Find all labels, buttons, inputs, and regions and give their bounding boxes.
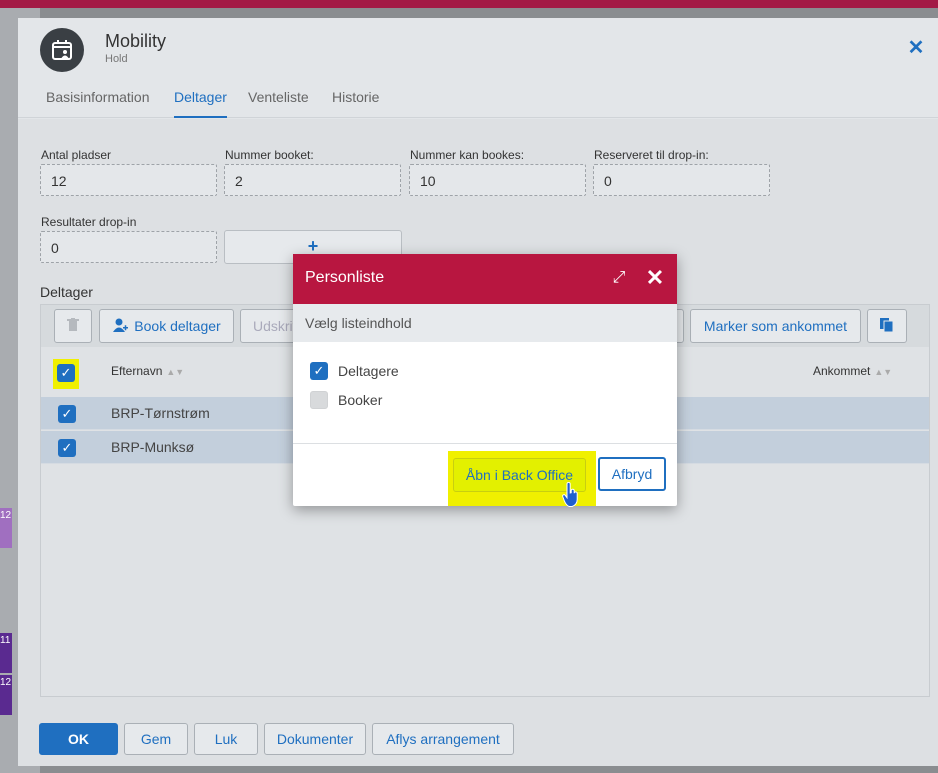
calendar-event-label: 11 <box>0 635 11 646</box>
window-title: Mobility <box>105 31 167 51</box>
hand-cursor-icon <box>562 482 578 507</box>
select-all-checkbox[interactable]: ✓ <box>57 364 75 382</box>
dialog-header: Personliste ⤢ ✕ <box>293 254 677 304</box>
trash-icon <box>67 317 79 335</box>
cancel-event-button[interactable]: Aflys arrangement <box>372 723 514 755</box>
resultater-dropin-label: Resultater drop-in <box>41 215 137 229</box>
save-button[interactable]: Gem <box>124 723 188 755</box>
column-arrived[interactable]: Ankommet ▲▼ <box>813 364 892 378</box>
export-button[interactable] <box>867 309 907 343</box>
personliste-dialog: Personliste ⤢ ✕ Vælg listeindhold ✓ Delt… <box>293 254 677 506</box>
close-icon[interactable]: ✕ <box>645 267 665 289</box>
book-participant-label: Book deltager <box>134 318 221 334</box>
delete-button[interactable] <box>54 309 92 343</box>
booker-checkbox[interactable] <box>310 391 328 409</box>
row-checkbox[interactable]: ✓ <box>58 405 76 423</box>
booker-label: Booker <box>338 392 383 408</box>
expand-icon[interactable]: ⤢ <box>609 268 629 288</box>
nummer-booket-label: Nummer booket: <box>225 148 314 162</box>
calendar-event-label: 12 <box>0 510 12 521</box>
antal-pladser-field[interactable]: 12 <box>40 164 217 196</box>
reserveret-dropin-label: Reserveret til drop-in: <box>594 148 709 162</box>
resultater-dropin-field[interactable]: 0 <box>40 231 217 263</box>
calendar-person-icon <box>40 28 84 72</box>
dialog-subtitle: Vælg listeindhold <box>305 315 412 331</box>
calendar-event[interactable]: 11 <box>0 633 12 673</box>
window-footer: OK Gem Luk Dokumenter Aflys arrangement <box>18 713 938 766</box>
calendar-event[interactable]: 12 <box>0 508 12 548</box>
column-lastname-label: Efternavn <box>111 364 163 378</box>
person-add-icon <box>112 317 129 336</box>
tab-venteliste[interactable]: Venteliste <box>248 89 309 118</box>
deltagere-checkbox[interactable]: ✓ <box>310 362 328 380</box>
tab-historie[interactable]: Historie <box>332 89 379 118</box>
mark-arrived-label: Marker som ankommet <box>703 318 848 334</box>
documents-button[interactable]: Dokumenter <box>264 723 366 755</box>
calendar-event-label: 12 <box>0 677 12 688</box>
dialog-divider <box>293 443 677 444</box>
nummer-booket-field[interactable]: 2 <box>224 164 401 196</box>
tab-basisinformation[interactable]: Basisinformation <box>46 89 150 118</box>
row-lastname: BRP-Munksø <box>111 439 195 455</box>
participants-section-label: Deltager <box>40 284 93 300</box>
row-lastname: BRP-Tørnstrøm <box>111 405 210 421</box>
tab-bar: Basisinformation Deltager Venteliste His… <box>18 80 938 118</box>
nummer-kan-bookes-field[interactable]: 10 <box>409 164 586 196</box>
sort-icon: ▲▼ <box>874 367 893 377</box>
top-accent-bar <box>0 0 938 8</box>
tab-deltager[interactable]: Deltager <box>174 89 227 118</box>
sort-icon: ▲▼ <box>166 367 185 377</box>
ok-button[interactable]: OK <box>39 723 118 755</box>
deltagere-label: Deltagere <box>338 363 399 379</box>
close-icon[interactable]: ✕ <box>906 38 926 58</box>
dialog-subheader: Vælg listeindhold <box>293 304 677 342</box>
mark-arrived-button[interactable]: Marker som ankommet <box>690 309 861 343</box>
column-arrived-label: Ankommet <box>813 364 871 378</box>
antal-pladser-label: Antal pladser <box>41 148 112 162</box>
calendar-event[interactable]: 12 <box>0 675 12 715</box>
nummer-kan-bookes-label: Nummer kan bookes: <box>410 148 525 162</box>
window-header: Mobility Hold ✕ <box>18 18 938 80</box>
book-participant-button[interactable]: Book deltager <box>99 309 234 343</box>
cancel-button[interactable]: Afbryd <box>598 457 666 491</box>
close-button[interactable]: Luk <box>194 723 258 755</box>
window-subtitle: Hold <box>105 53 128 65</box>
row-checkbox[interactable]: ✓ <box>58 439 76 457</box>
column-lastname[interactable]: Efternavn ▲▼ <box>111 364 184 378</box>
dialog-title: Personliste <box>305 269 385 286</box>
reserveret-dropin-field[interactable]: 0 <box>593 164 770 196</box>
document-export-icon <box>880 317 894 335</box>
